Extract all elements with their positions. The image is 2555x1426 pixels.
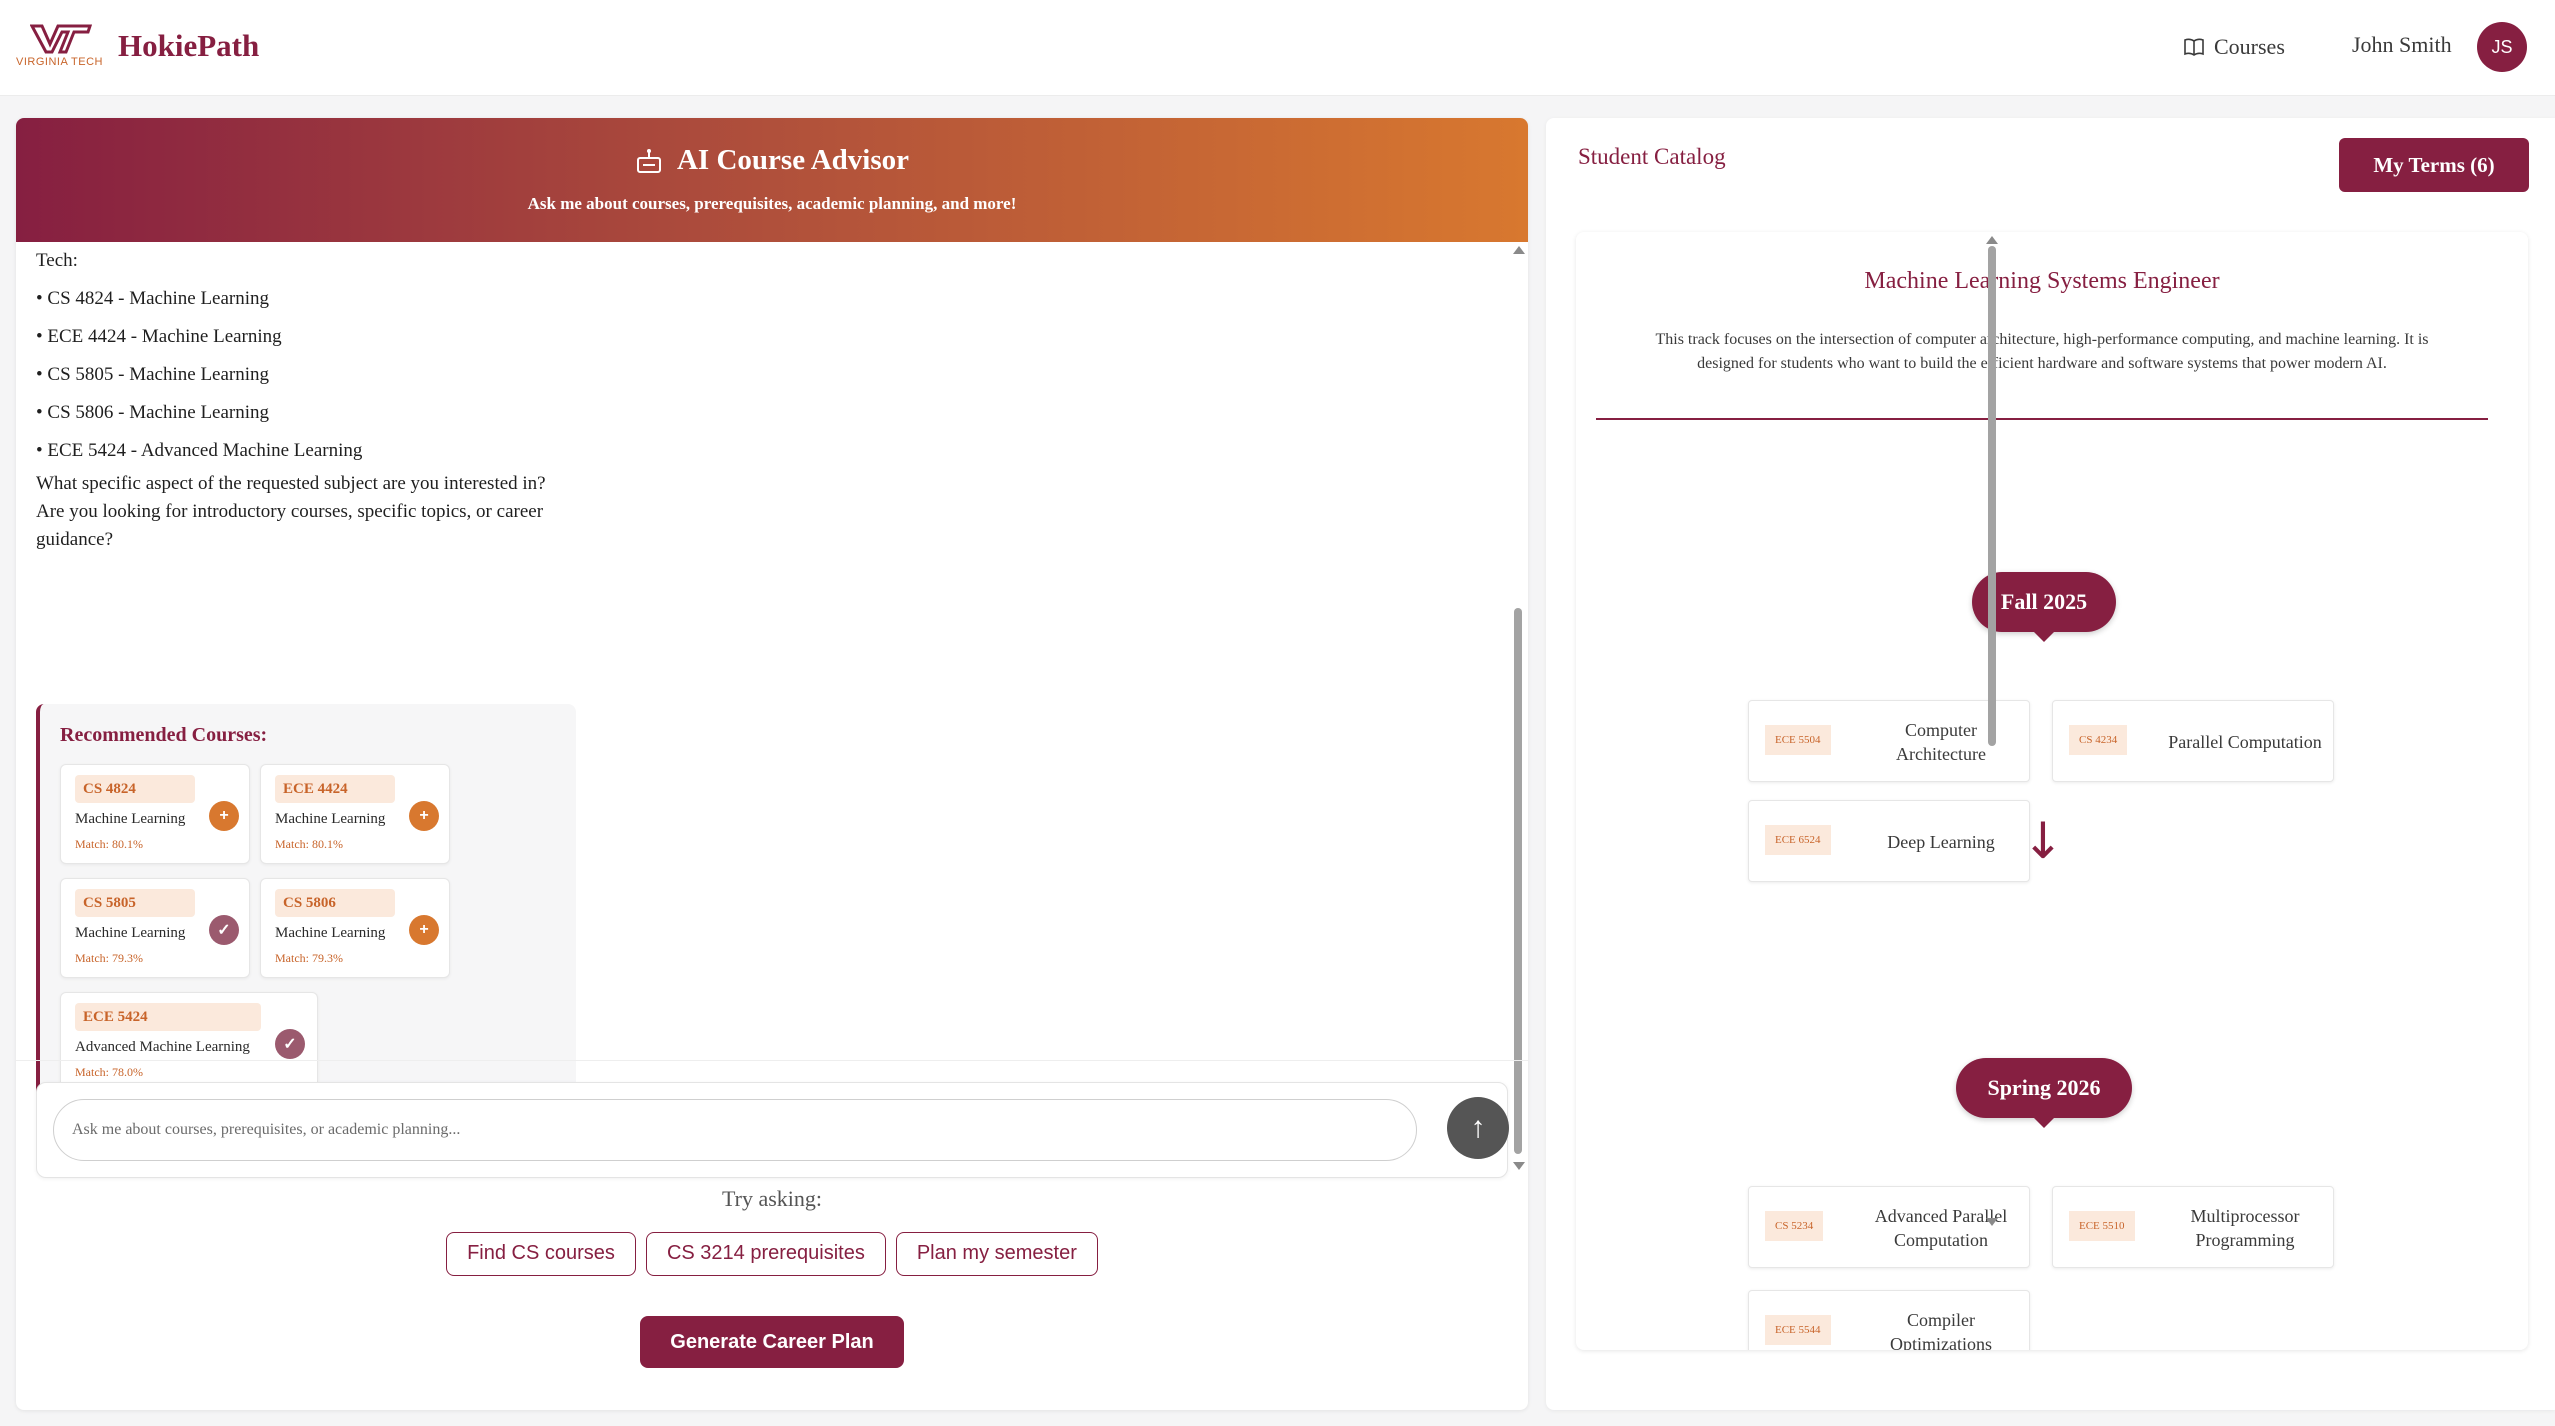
- advisor-title: AI Course Advisor: [16, 144, 1528, 177]
- course-name: Multiprocessor Programming: [2190, 1206, 2300, 1250]
- advisor-panel: AI Course Advisor Ask me about courses, …: [16, 118, 1528, 1410]
- brand-name[interactable]: HokiePath: [118, 28, 259, 64]
- suggestion-chip-prereqs[interactable]: CS 3214 prerequisites: [645, 1232, 886, 1276]
- vt-logo[interactable]: VIRGINIA TECH: [16, 24, 104, 72]
- my-terms-button[interactable]: My Terms (6): [2339, 138, 2529, 192]
- recommended-course-tile[interactable]: CS 5805 Machine Learning Match: 79.3% ✓: [60, 878, 250, 978]
- suggestion-chips: Find CS courses CS 3214 prerequisites Pl…: [16, 1232, 1528, 1276]
- plus-icon[interactable]: +: [409, 915, 439, 945]
- match-score: Match: 79.3%: [275, 951, 343, 965]
- try-asking-label: Try asking:: [721, 1186, 823, 1211]
- follow-up-question: What specific aspect of the requested su…: [36, 473, 546, 550]
- course-code: ECE 5510: [2069, 1211, 2135, 1241]
- course-name: Machine Learning: [75, 925, 186, 941]
- composer-divider: [16, 1060, 1528, 1061]
- catalog-title: Student Catalog: [1578, 144, 1726, 169]
- course-code: CS 5806: [275, 889, 395, 917]
- recommended-course-tile[interactable]: ECE 4424 Machine Learning Match: 80.1% +: [260, 764, 450, 864]
- catalog-course-tile[interactable]: ECE 5510 Multiprocessor Programming: [2052, 1186, 2334, 1268]
- catalog-course-tile[interactable]: ECE 6524 Deep Learning: [1748, 800, 2030, 882]
- advisor-header: AI Course Advisor Ask me about courses, …: [16, 118, 1528, 242]
- robot-icon: [636, 148, 661, 173]
- term-spring-2026[interactable]: Spring 2026: [1956, 1058, 2132, 1128]
- message-lead: Tech:: [36, 250, 78, 271]
- scroll-down-icon[interactable]: [1513, 1162, 1525, 1170]
- match-score: Match: 78.0%: [75, 1065, 143, 1079]
- check-icon[interactable]: ✓: [275, 1029, 305, 1059]
- send-button[interactable]: ↑: [1447, 1097, 1509, 1159]
- recommended-course-tile[interactable]: CS 4824 Machine Learning Match: 80.1% +: [60, 764, 250, 864]
- match-score: Match: 80.1%: [275, 837, 343, 851]
- catalog-course-tile[interactable]: ECE 5544 Compiler Optimizations: [1748, 1290, 2030, 1350]
- match-score: Match: 79.3%: [75, 951, 143, 965]
- catalog-course-tile[interactable]: CS 4234 Parallel Computation: [2052, 700, 2334, 782]
- scroll-up-icon[interactable]: [1986, 236, 1998, 244]
- scroll-down-icon[interactable]: [1986, 1218, 1998, 1226]
- chat-input[interactable]: [53, 1099, 1417, 1161]
- advisor-title-text: AI Course Advisor: [676, 144, 909, 176]
- suggestion-chip-find-cs[interactable]: Find CS courses: [446, 1232, 636, 1276]
- user-name[interactable]: John Smith: [2352, 32, 2452, 58]
- track-card[interactable]: Machine Learning Systems Engineer This t…: [1576, 232, 2528, 1350]
- track-description: This track focuses on the intersection o…: [1655, 331, 2429, 372]
- recommended-title: Recommended Courses:: [60, 724, 268, 746]
- course-name: Parallel Computation: [2168, 732, 2322, 752]
- catalog-panel: Student Catalog My Terms (6) Machine Lea…: [1546, 118, 2555, 1410]
- course-bullet: • CS 5805 - Machine Learning: [36, 364, 270, 385]
- course-bullet: • CS 5806 - Machine Learning: [36, 402, 270, 423]
- nav-courses-link[interactable]: Courses: [2184, 32, 2285, 62]
- course-code: ECE 4424: [275, 775, 395, 803]
- course-code: ECE 5504: [1765, 725, 1831, 755]
- course-name: Machine Learning: [275, 925, 386, 941]
- course-bullet: • ECE 4424 - Machine Learning: [36, 326, 282, 347]
- course-name: Advanced Parallel Computation: [1874, 1206, 2008, 1250]
- nav-courses-label: Courses: [2214, 34, 2285, 59]
- advisor-subtitle: Ask me about courses, prerequisites, aca…: [527, 194, 1017, 213]
- course-code: ECE 5424: [75, 1003, 261, 1031]
- vt-logo-icon: [30, 24, 92, 54]
- plus-icon[interactable]: +: [209, 801, 239, 831]
- track-title: Machine Learning Systems Engineer: [1864, 268, 2220, 294]
- scroll-up-icon[interactable]: [1513, 246, 1525, 254]
- recommended-course-tile[interactable]: CS 5806 Machine Learning Match: 79.3% +: [260, 878, 450, 978]
- course-bullet: • CS 4824 - Machine Learning: [36, 288, 270, 309]
- generate-career-plan-button[interactable]: Generate Career Plan: [640, 1316, 904, 1368]
- course-code: CS 4824: [75, 775, 195, 803]
- course-name: Machine Learning: [275, 811, 386, 827]
- chat-composer: ↑: [36, 1082, 1509, 1178]
- logo-wordmark: VIRGINIA TECH: [16, 56, 103, 68]
- suggestion-chip-plan-semester[interactable]: Plan my semester: [895, 1232, 1098, 1276]
- divider: [1596, 418, 2488, 420]
- arrow-down-icon: ↓: [2022, 812, 2064, 870]
- catalog-course-tile[interactable]: CS 5234 Advanced Parallel Computation: [1748, 1186, 2030, 1268]
- chat-scroll-thumb[interactable]: [1514, 608, 1522, 1154]
- course-code: CS 4234: [2069, 725, 2128, 755]
- course-code: ECE 5544: [1765, 1315, 1831, 1345]
- check-icon[interactable]: ✓: [209, 915, 239, 945]
- course-name: Machine Learning: [75, 811, 186, 827]
- recommended-course-tile[interactable]: ECE 5424 Advanced Machine Learning Match…: [60, 992, 318, 1092]
- course-code: ECE 6524: [1765, 825, 1831, 855]
- catalog-scroll-thumb[interactable]: [1988, 246, 1996, 746]
- recommended-courses-card: Recommended Courses: CS 4824 Machine Lea…: [36, 704, 576, 1114]
- assistant-message: Tech: • CS 4824 - Machine Learning • ECE…: [36, 242, 556, 554]
- course-code: CS 5234: [1765, 1211, 1824, 1241]
- course-name: Deep Learning: [1887, 832, 1995, 852]
- book-icon: [2184, 38, 2204, 56]
- avatar[interactable]: JS: [2477, 22, 2527, 72]
- arrow-up-icon: ↑: [1470, 1111, 1486, 1144]
- course-name: Advanced Machine Learning: [75, 1039, 250, 1055]
- match-score: Match: 80.1%: [75, 837, 143, 851]
- course-name: Computer Architecture: [1896, 720, 1986, 764]
- plus-icon[interactable]: +: [409, 801, 439, 831]
- top-header: VIRGINIA TECH HokiePath Courses John Smi…: [0, 0, 2555, 96]
- course-name: Compiler Optimizations: [1890, 1310, 1992, 1350]
- course-code: CS 5805: [75, 889, 195, 917]
- course-bullet: • ECE 5424 - Advanced Machine Learning: [36, 440, 363, 461]
